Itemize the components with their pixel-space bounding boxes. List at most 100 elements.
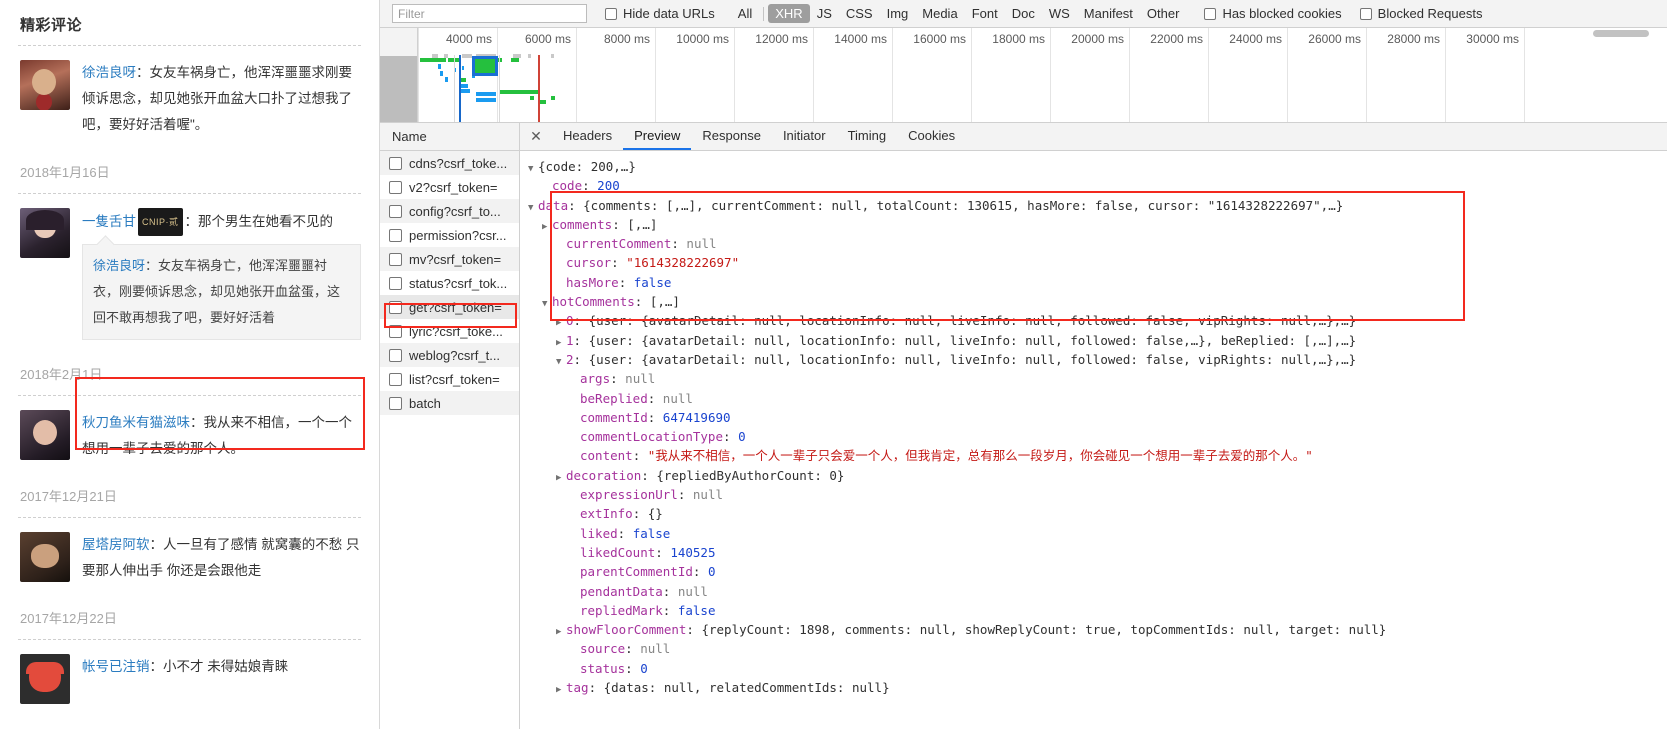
json-line[interactable]: content: "我从来不相信，一个人一辈子只会爱一个人，但我肯定，总有那么一… <box>520 446 1667 465</box>
json-line[interactable]: tag: {datas: null, relatedCommentIds: nu… <box>520 678 1667 697</box>
json-line[interactable]: source: null <box>520 639 1667 658</box>
overview-selected-request[interactable] <box>472 56 498 76</box>
has-blocked-cookies-checkbox[interactable]: Has blocked cookies <box>1204 6 1342 21</box>
comment-author[interactable]: 屋塔房阿软 <box>82 537 150 552</box>
json-line[interactable]: 0: {user: {avatarDetail: null, locationI… <box>520 311 1667 330</box>
chevron-right-icon[interactable] <box>556 623 566 642</box>
chevron-down-icon[interactable] <box>528 160 538 179</box>
type-filter-xhr[interactable]: XHR <box>768 4 810 23</box>
checkbox-icon[interactable] <box>1359 7 1372 20</box>
json-line[interactable]: parentCommentId: 0 <box>520 562 1667 581</box>
json-line[interactable]: cursor: "1614328222697" <box>520 253 1667 272</box>
avatar[interactable] <box>20 654 70 704</box>
json-line[interactable]: extInfo: {} <box>520 504 1667 523</box>
comment-author[interactable]: 徐浩良呀 <box>82 65 136 80</box>
overview-scrollbar[interactable] <box>1593 30 1649 37</box>
table-row[interactable]: v2?csrf_token= <box>380 175 519 199</box>
tab-preview[interactable]: Preview <box>623 123 692 150</box>
json-line[interactable]: expressionUrl: null <box>520 485 1667 504</box>
row-checkbox-icon[interactable] <box>389 276 402 290</box>
list-item[interactable]: 一隻舌甘 CNIP·贰 ：那个男生在她看不见的 徐浩良呀：女友车祸身亡，他浑浑噩噩衬… <box>18 194 361 350</box>
row-checkbox-icon[interactable] <box>389 348 402 362</box>
filter-input[interactable]: Filter <box>392 4 587 23</box>
type-filter-all[interactable]: All <box>731 4 759 23</box>
table-row[interactable]: list?csrf_token= <box>380 367 519 391</box>
row-checkbox-icon[interactable] <box>389 396 402 410</box>
json-line[interactable]: likedCount: 140525 <box>520 543 1667 562</box>
comment-author[interactable]: 一隻舌甘 <box>82 214 136 229</box>
avatar[interactable] <box>20 532 70 582</box>
table-row[interactable]: weblog?csrf_t... <box>380 343 519 367</box>
network-overview[interactable]: 2000 ms 4000 ms 6000 ms 8000 ms 10000 ms… <box>380 28 1667 123</box>
type-filter-manifest[interactable]: Manifest <box>1077 4 1140 23</box>
json-line[interactable]: 1: {user: {avatarDetail: null, locationI… <box>520 331 1667 350</box>
comment-author[interactable]: 帐号已注销 <box>82 659 150 674</box>
json-line[interactable]: beReplied: null <box>520 389 1667 408</box>
table-row[interactable]: mv?csrf_token= <box>380 247 519 271</box>
table-row[interactable]: config?csrf_to... <box>380 199 519 223</box>
json-line[interactable]: commentId: 647419690 <box>520 408 1667 427</box>
json-line[interactable]: args: null <box>520 369 1667 388</box>
list-item[interactable]: 徐浩良呀：女友车祸身亡，他浑浑噩噩求刚要倾诉思念，却见她张开血盆大口扑了过想我了… <box>18 46 361 148</box>
row-checkbox-icon[interactable] <box>389 252 402 266</box>
json-line[interactable]: comments: [,…] <box>520 215 1667 234</box>
json-line[interactable]: 2: {user: {avatarDetail: null, locationI… <box>520 350 1667 369</box>
type-filter-doc[interactable]: Doc <box>1005 4 1042 23</box>
column-header-name[interactable]: Name <box>380 123 519 151</box>
row-checkbox-icon[interactable] <box>389 324 402 338</box>
table-row[interactable]: permission?csr... <box>380 223 519 247</box>
checkbox-icon[interactable] <box>1204 7 1217 20</box>
row-checkbox-icon[interactable] <box>389 156 402 170</box>
row-checkbox-icon[interactable] <box>389 372 402 386</box>
json-line[interactable]: data: {comments: [,…], currentComment: n… <box>520 196 1667 215</box>
tab-initiator[interactable]: Initiator <box>772 123 837 150</box>
chevron-right-icon[interactable] <box>556 681 566 700</box>
json-preview-tree[interactable]: {code: 200,…}code: 200data: {comments: [… <box>520 151 1667 729</box>
row-checkbox-icon[interactable] <box>389 228 402 242</box>
avatar[interactable] <box>20 208 70 258</box>
overview-timeline[interactable]: 2000 ms 4000 ms 6000 ms 8000 ms 10000 ms… <box>418 28 1667 122</box>
chevron-down-icon[interactable] <box>542 295 552 314</box>
json-line[interactable]: liked: false <box>520 524 1667 543</box>
json-line[interactable]: commentLocationType: 0 <box>520 427 1667 446</box>
table-row[interactable]: batch <box>380 391 519 415</box>
json-line[interactable]: currentComment: null <box>520 234 1667 253</box>
tab-response[interactable]: Response <box>691 123 772 150</box>
row-checkbox-icon[interactable] <box>389 204 402 218</box>
chevron-down-icon[interactable] <box>556 353 566 372</box>
avatar[interactable] <box>20 60 70 110</box>
json-line[interactable]: pendantData: null <box>520 582 1667 601</box>
table-row-selected[interactable]: get?csrf_token= <box>380 295 519 319</box>
json-line[interactable]: hotComments: [,…] <box>520 292 1667 311</box>
json-line[interactable]: {code: 200,…} <box>520 157 1667 176</box>
close-icon[interactable]: ✕ <box>520 123 552 150</box>
checkbox-icon[interactable] <box>605 7 617 20</box>
list-item[interactable]: 屋塔房阿软：人一旦有了感情 就窝囊的不愁 只要那人伸出手 你还是会跟他走 <box>18 518 361 594</box>
comment-author[interactable]: 秋刀鱼米有猫滋味 <box>82 415 190 430</box>
type-filter-media[interactable]: Media <box>915 4 964 23</box>
tab-timing[interactable]: Timing <box>837 123 898 150</box>
chevron-down-icon[interactable] <box>528 199 538 218</box>
type-filter-ws[interactable]: WS <box>1042 4 1077 23</box>
tab-headers[interactable]: Headers <box>552 123 623 150</box>
json-line[interactable]: code: 200 <box>520 176 1667 195</box>
avatar[interactable] <box>20 410 70 460</box>
hide-data-urls-checkbox[interactable]: Hide data URLs <box>605 6 715 21</box>
list-item[interactable]: 帐号已注销：小不才 未得姑娘青睐 <box>18 640 361 714</box>
tab-cookies[interactable]: Cookies <box>897 123 966 150</box>
blocked-requests-checkbox[interactable]: Blocked Requests <box>1359 6 1482 21</box>
table-row[interactable]: lyric?csrf_toke... <box>380 319 519 343</box>
quoted-author[interactable]: 徐浩良呀 <box>93 258 145 273</box>
type-filter-font[interactable]: Font <box>965 4 1005 23</box>
chevron-right-icon[interactable] <box>542 218 552 237</box>
json-line[interactable]: showFloorComment: {replyCount: 1898, com… <box>520 620 1667 639</box>
table-row[interactable]: cdns?csrf_toke... <box>380 151 519 175</box>
row-checkbox-icon[interactable] <box>389 300 402 314</box>
type-filter-other[interactable]: Other <box>1140 4 1187 23</box>
overview-scroll-grip[interactable] <box>380 56 417 122</box>
json-line[interactable]: hasMore: false <box>520 273 1667 292</box>
type-filter-js[interactable]: JS <box>810 4 839 23</box>
chevron-right-icon[interactable] <box>556 469 566 488</box>
request-list[interactable]: Name cdns?csrf_toke... v2?csrf_token= co… <box>380 123 520 729</box>
type-filter-css[interactable]: CSS <box>839 4 880 23</box>
